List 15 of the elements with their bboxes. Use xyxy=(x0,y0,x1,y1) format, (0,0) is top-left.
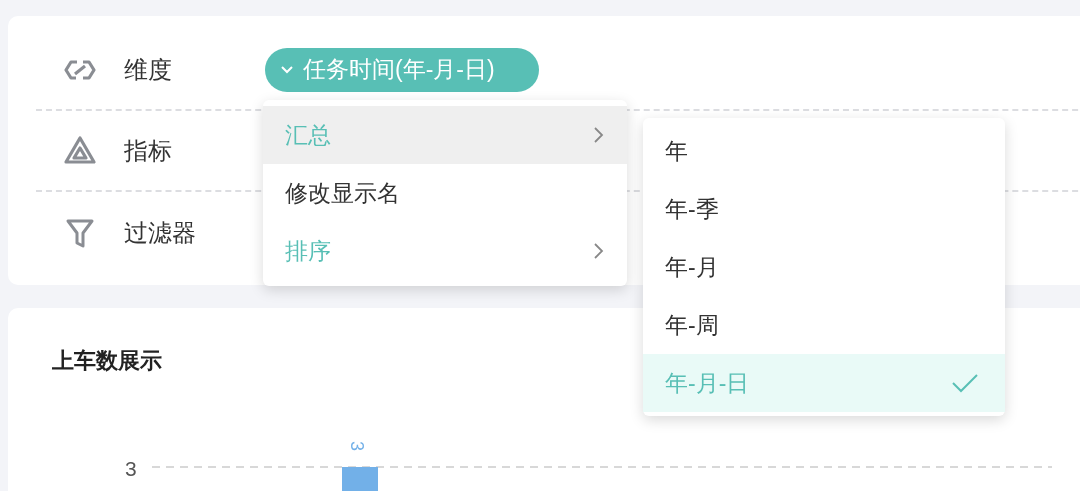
submenu-item[interactable]: 年-周 xyxy=(643,296,1005,354)
bar-value-label: 3 xyxy=(348,441,366,451)
bar xyxy=(342,467,378,491)
chart-title: 上车数展示 xyxy=(52,347,162,375)
chevron-right-icon xyxy=(591,126,605,144)
field-label: 维度 xyxy=(124,55,172,83)
field-label: 指标 xyxy=(124,136,172,164)
submenu-item[interactable]: 年 xyxy=(643,122,1005,180)
y-tick-label: 3 xyxy=(125,456,137,482)
menu-item[interactable]: 修改显示名 xyxy=(263,164,627,222)
submenu-item[interactable]: 年-月 xyxy=(643,238,1005,296)
chevron-right-icon xyxy=(591,242,605,260)
check-icon xyxy=(951,373,979,393)
field-label: 过滤器 xyxy=(124,218,196,246)
submenu-item[interactable]: 年-季 xyxy=(643,180,1005,238)
